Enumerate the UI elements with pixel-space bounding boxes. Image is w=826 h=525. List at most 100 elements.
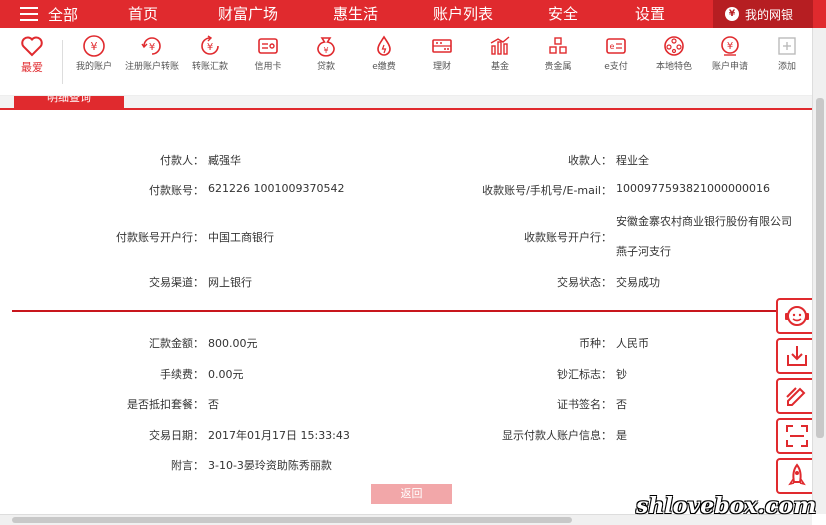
quick-item-my-account[interactable]: ¥ 我的账户 (66, 34, 122, 73)
payer-account-label: 付款账号： (149, 184, 204, 197)
all-menu-label: 全部 (48, 5, 79, 24)
package-value: 否 (208, 398, 219, 411)
quick-item-label: 账户申请 (711, 62, 748, 72)
quick-item-label: 信用卡 (254, 62, 282, 72)
amount-label: 汇款金额： (149, 337, 204, 350)
payee-value: 程业全 (616, 154, 649, 167)
credit-card-icon (258, 38, 278, 54)
payee-account-label: 收款账号/手机号/E-mail： (482, 184, 612, 197)
top-navigation: 全部 首页 财富广场 惠生活 账户列表 安全 设置 ¥ 我的网银 (0, 0, 826, 28)
gold-bars-icon (549, 37, 567, 54)
quick-item-label: 基金 (490, 62, 509, 72)
quick-item-credit-card[interactable]: 信用卡 (240, 34, 296, 73)
rocket-icon (788, 463, 806, 486)
scrollbar-thumb[interactable] (12, 517, 572, 523)
divider (62, 40, 63, 84)
abacus-icon (432, 39, 452, 53)
payer-value: 臧强华 (208, 154, 241, 167)
amount-value: 800.00元 (208, 337, 258, 350)
payer-label: 付款人： (160, 154, 204, 167)
quick-item-finance[interactable]: 理财 (414, 34, 470, 73)
quick-item-e-pay[interactable]: e e支付 (588, 34, 644, 73)
quick-item-label: e支付 (604, 62, 628, 72)
channel-label: 交易渠道： (149, 276, 204, 289)
quick-item-account-apply[interactable]: ¥ 账户申请 (702, 34, 758, 73)
quick-function-bar: 最爱 ¥ 我的账户 ¥ 注册账户转账 ¥ 转账汇款 信用卡 ¥ 贷款 e缴费 理… (0, 28, 812, 96)
tab-detail-query[interactable]: 明细查询 (14, 96, 124, 110)
nav-life[interactable]: 惠生活 (333, 4, 378, 24)
quick-item-fund[interactable]: 基金 (472, 34, 528, 73)
yuan-transfer-icon: ¥ (141, 37, 161, 55)
quick-item-add[interactable]: 添加 (759, 34, 815, 73)
customer-service-icon (785, 306, 809, 326)
scan-icon (786, 425, 808, 447)
cash-flag-value: 钞 (616, 368, 627, 381)
show-payer-value: 是 (616, 429, 627, 442)
svg-text:¥: ¥ (727, 41, 733, 52)
scrollbar-thumb[interactable] (816, 98, 824, 438)
quick-item-label: 贷款 (316, 62, 335, 72)
memo-value: 3-10-3晏玲资助陈秀丽款 (208, 459, 332, 472)
favorites-item[interactable]: 最爱 (4, 34, 60, 73)
plus-box-icon (778, 37, 796, 55)
back-button[interactable]: 返回 (371, 484, 452, 504)
favorites-label: 最爱 (21, 61, 43, 74)
quick-item-label: 注册账户转账 (124, 62, 179, 72)
watermark: shlovebox.com (636, 493, 817, 519)
e-pay-icon: e (606, 38, 626, 54)
status-value: 交易成功 (616, 276, 660, 289)
yuan-circle-icon: ¥ (83, 35, 105, 57)
svg-text:¥: ¥ (91, 40, 98, 53)
date-label: 交易日期： (149, 429, 204, 442)
transaction-detail-panel: 付款人： 臧强华 收款人： 程业全 付款账号： 621226 100100937… (0, 112, 812, 514)
vertical-scrollbar[interactable] (812, 28, 826, 514)
my-bank-button[interactable]: ¥ 我的网银 (713, 0, 813, 28)
quick-item-e-payment[interactable]: e缴费 (356, 34, 412, 73)
heart-icon (21, 36, 43, 57)
svg-text:e: e (610, 42, 615, 51)
payer-bank-label: 付款账号开户行： (116, 231, 204, 244)
package-label: 是否抵扣套餐： (127, 398, 204, 411)
yuan-remit-icon: ¥ (201, 35, 219, 55)
nav-account-list[interactable]: 账户列表 (433, 4, 493, 24)
quick-item-registered-transfer[interactable]: ¥ 注册账户转账 (124, 34, 180, 73)
payee-bank-label: 收款账号开户行： (524, 231, 612, 244)
currency-label: 币种： (579, 337, 612, 350)
section-divider (12, 310, 806, 312)
my-bank-label: 我的网银 (745, 7, 794, 22)
payee-label: 收款人： (568, 154, 612, 167)
edit-icon (786, 387, 806, 406)
quick-item-label: 转账汇款 (191, 62, 228, 72)
quick-item-loan[interactable]: ¥ 贷款 (298, 34, 354, 73)
quick-item-label: 我的账户 (75, 62, 112, 72)
payer-account-value: 621226 1001009370542 (208, 182, 345, 195)
bar-chart-icon (490, 36, 510, 55)
nav-security[interactable]: 安全 (548, 4, 578, 24)
yuan-apply-icon: ¥ (721, 36, 739, 56)
tab-bar: 明细查询 (0, 96, 812, 110)
nav-settings[interactable]: 设置 (635, 4, 665, 24)
nav-wealth-plaza[interactable]: 财富广场 (218, 4, 278, 24)
all-menu-button[interactable]: 全部 (20, 4, 78, 24)
show-payer-label: 显示付款人账户信息： (502, 429, 612, 442)
money-bag-icon: ¥ (317, 37, 335, 57)
date-value: 2017年01月17日 15:33:43 (208, 429, 350, 442)
fee-value: 0.00元 (208, 368, 244, 381)
quick-item-label: 添加 (777, 62, 796, 72)
payee-account-value: 1000977593821000000016 (616, 182, 770, 195)
quick-item-precious-metal[interactable]: 贵金属 (530, 34, 586, 73)
nav-home[interactable]: 首页 (128, 4, 158, 24)
status-label: 交易状态： (557, 276, 612, 289)
cash-flag-label: 钞汇标志： (557, 368, 612, 381)
quick-item-remittance[interactable]: ¥ 转账汇款 (182, 34, 238, 73)
memo-label: 附言： (171, 459, 204, 472)
svg-text:¥: ¥ (323, 46, 328, 55)
cert-value: 否 (616, 398, 627, 411)
quick-item-label: 理财 (432, 62, 451, 72)
fee-label: 手续费： (160, 368, 204, 381)
svg-text:¥: ¥ (149, 42, 155, 53)
money-bag-icon: ¥ (725, 7, 739, 21)
quick-item-label: 贵金属 (544, 62, 572, 72)
quick-item-local-feature[interactable]: 本地特色 (646, 34, 702, 73)
currency-value: 人民币 (616, 337, 649, 350)
